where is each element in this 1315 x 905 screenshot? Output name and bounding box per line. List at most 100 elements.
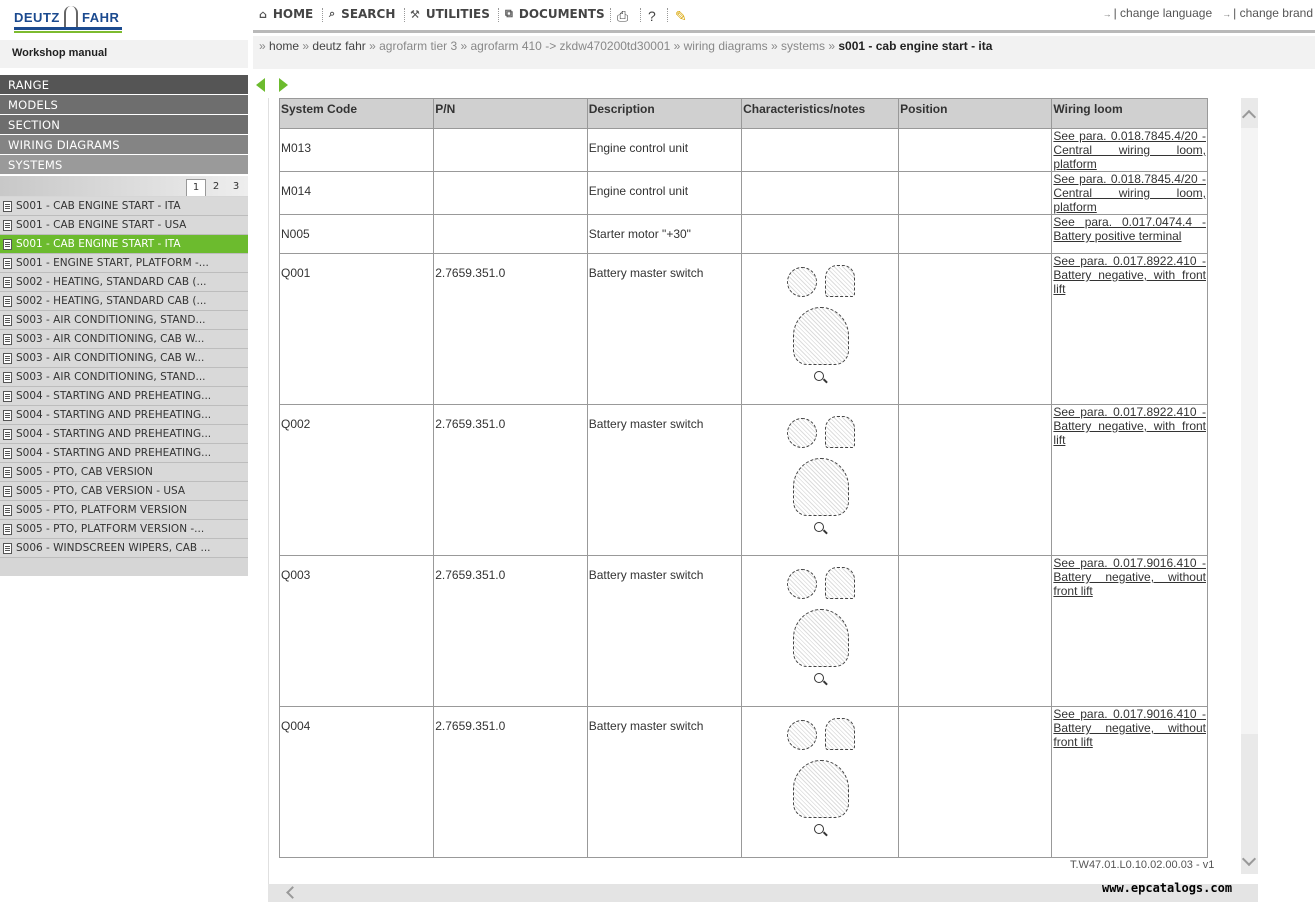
- list-item[interactable]: S001 - ENGINE START, PLATFORM -...: [0, 254, 248, 273]
- list-item[interactable]: S001 - CAB ENGINE START - USA: [0, 216, 248, 235]
- zoom-icon[interactable]: [814, 522, 825, 532]
- logo-stripe-green: [14, 31, 122, 33]
- change-brand-link[interactable]: → | change brand: [1222, 6, 1313, 20]
- list-item[interactable]: S003 - AIR CONDITIONING, CAB W...: [0, 349, 248, 368]
- scroll-thumb[interactable]: [1241, 128, 1258, 734]
- panel-foot: [0, 732, 248, 752]
- change-language-link[interactable]: → | change language: [1103, 6, 1213, 20]
- wiring-loom-link[interactable]: See para. 0.017.0474.4 - Battery positiv…: [1053, 215, 1206, 243]
- nav-range[interactable]: RANGE: [0, 75, 248, 94]
- crumb-series[interactable]: agrofarm tier 3: [379, 39, 457, 53]
- list-item[interactable]: S003 - AIR CONDITIONING, STAND...: [0, 368, 248, 387]
- menu-search[interactable]: ⌕ SEARCH: [329, 7, 395, 21]
- nav-section[interactable]: SECTION: [0, 115, 248, 134]
- switch-image-side[interactable]: [825, 567, 856, 599]
- print-icon[interactable]: ⎙: [617, 8, 628, 25]
- switch-image-main[interactable]: [793, 760, 850, 818]
- switch-image-front[interactable]: [787, 267, 818, 297]
- menu-home[interactable]: ⌂ HOME: [259, 7, 313, 21]
- crumb-model[interactable]: agrofarm 410: [470, 39, 541, 53]
- nav-models[interactable]: MODELS: [0, 95, 248, 114]
- wiring-loom-link[interactable]: See para. 0.017.8922.410 - Battery negat…: [1053, 254, 1206, 296]
- crumb-wiring[interactable]: wiring diagrams: [684, 39, 768, 53]
- list-item[interactable]: S005 - PTO, CAB VERSION: [0, 463, 248, 482]
- list-item[interactable]: S005 - PTO, CAB VERSION - USA: [0, 482, 248, 501]
- document-icon: [3, 409, 12, 421]
- cell-wiring-loom: See para. 0.018.7845.4/20 - Central wiri…: [1051, 171, 1208, 215]
- crumb-brand[interactable]: deutz fahr: [312, 39, 365, 53]
- list-item[interactable]: S003 - AIR CONDITIONING, STAND...: [0, 311, 248, 330]
- nav-systems[interactable]: SYSTEMS: [0, 155, 248, 174]
- switch-image-side[interactable]: [825, 416, 856, 448]
- panel-corner: [228, 732, 248, 752]
- switch-image-main[interactable]: [793, 307, 850, 365]
- list-item[interactable]: S001 - CAB ENGINE START - ITA: [0, 235, 248, 254]
- switch-image-front[interactable]: [787, 418, 818, 448]
- list-item[interactable]: S004 - STARTING AND PREHEATING...: [0, 387, 248, 406]
- cell-description: Engine control unit: [586, 171, 743, 215]
- search-icon: ⌕: [329, 7, 336, 20]
- switch-image-side[interactable]: [825, 265, 856, 297]
- brand-right: FAHR: [82, 10, 120, 25]
- crumb-home[interactable]: home: [269, 39, 299, 53]
- cell-description: Battery master switch: [586, 404, 743, 556]
- wiring-loom-link[interactable]: See para. 0.017.9016.410 - Battery negat…: [1053, 556, 1206, 598]
- cell-position: [898, 404, 1053, 556]
- documents-icon: ⧉: [505, 7, 513, 20]
- previous-arrow-icon[interactable]: [256, 78, 265, 92]
- change-language-label: | change language: [1113, 6, 1213, 20]
- wiring-loom-link[interactable]: See para. 0.018.7845.4/20 - Central wiri…: [1053, 172, 1206, 214]
- wiring-loom-link[interactable]: See para. 0.017.9016.410 - Battery negat…: [1053, 707, 1206, 749]
- help-icon[interactable]: ?: [648, 8, 656, 24]
- left-nav: RANGE MODELS SECTION WIRING DIAGRAMS SYS…: [0, 75, 248, 175]
- cell-system-code: Q001: [278, 253, 435, 405]
- list-item[interactable]: S006 - WINDSCREEN WIPERS, CAB ...: [0, 539, 248, 558]
- scroll-up-icon[interactable]: [1241, 109, 1257, 125]
- switch-image-front[interactable]: [787, 569, 818, 599]
- page-3[interactable]: 3: [226, 179, 246, 196]
- page-1[interactable]: 1: [186, 179, 206, 196]
- crumb-serial[interactable]: zkdw470200td30001: [560, 39, 671, 53]
- wiring-loom-link[interactable]: See para. 0.018.7845.4/20 - Central wiri…: [1053, 129, 1206, 171]
- list-item[interactable]: S005 - PTO, PLATFORM VERSION -...: [0, 520, 248, 539]
- list-item[interactable]: S002 - HEATING, STANDARD CAB (...: [0, 292, 248, 311]
- list-item-label: S003 - AIR CONDITIONING, CAB W...: [16, 352, 205, 364]
- zoom-icon[interactable]: [814, 824, 825, 834]
- list-item[interactable]: S004 - STARTING AND PREHEATING...: [0, 406, 248, 425]
- list-item-label: S004 - STARTING AND PREHEATING...: [16, 428, 212, 440]
- list-item[interactable]: S002 - HEATING, STANDARD CAB (...: [0, 273, 248, 292]
- crumb-systems[interactable]: systems: [781, 39, 825, 53]
- cell-wiring-loom: See para. 0.018.7845.4/20 - Central wiri…: [1051, 128, 1208, 172]
- scroll-left-icon[interactable]: [286, 886, 299, 899]
- zoom-icon[interactable]: [814, 673, 825, 683]
- list-item[interactable]: S003 - AIR CONDITIONING, CAB W...: [0, 330, 248, 349]
- vertical-scrollbar[interactable]: [1241, 98, 1258, 874]
- list-item[interactable]: S004 - STARTING AND PREHEATING...: [0, 425, 248, 444]
- switch-image-side[interactable]: [825, 718, 856, 750]
- switch-image-front[interactable]: [787, 720, 818, 750]
- arrow-icon: →: [1102, 9, 1112, 19]
- cell-pn: 2.7659.351.0: [433, 555, 588, 707]
- switch-image-main[interactable]: [793, 458, 850, 516]
- wiring-loom-link[interactable]: See para. 0.017.8922.410 - Battery negat…: [1053, 405, 1206, 447]
- switch-image-main[interactable]: [793, 609, 850, 667]
- manual-title: Workshop manual: [0, 40, 248, 68]
- menu-utilities[interactable]: ⚒ UTILITIES: [410, 7, 490, 21]
- col-description: Description: [586, 98, 743, 129]
- scroll-down-icon[interactable]: [1241, 851, 1257, 867]
- list-item[interactable]: S005 - PTO, PLATFORM VERSION: [0, 501, 248, 520]
- list-item[interactable]: S001 - CAB ENGINE START - ITA: [0, 197, 248, 216]
- document-icon: [3, 523, 12, 535]
- list-item[interactable]: S004 - STARTING AND PREHEATING...: [0, 444, 248, 463]
- nav-wiring-diagrams[interactable]: WIRING DIAGRAMS: [0, 135, 248, 154]
- menu-documents[interactable]: ⧉ DOCUMENTS: [505, 7, 605, 21]
- document-icon: [3, 428, 12, 440]
- document-icon: [3, 542, 12, 554]
- cell-description: Starter motor "+30": [586, 214, 743, 254]
- separator: [498, 8, 499, 22]
- page-2[interactable]: 2: [206, 179, 226, 196]
- zoom-icon[interactable]: [814, 371, 825, 381]
- next-arrow-icon[interactable]: [279, 78, 288, 92]
- component-images: [743, 255, 897, 395]
- note-icon[interactable]: ✎: [675, 8, 687, 25]
